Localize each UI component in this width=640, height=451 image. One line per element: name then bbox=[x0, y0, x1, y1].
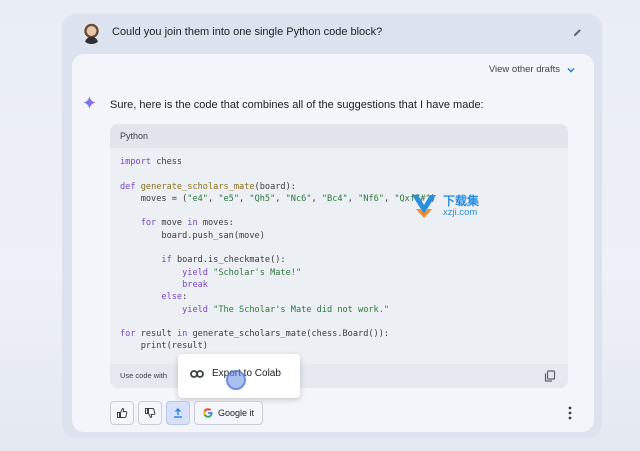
view-drafts-label: View other drafts bbox=[488, 64, 560, 75]
code-line: if board.is_checkmate(): bbox=[161, 255, 286, 266]
response-card: View other drafts Sure, here is the code… bbox=[72, 54, 594, 432]
code-content: import chess def generate_scholars_mate(… bbox=[110, 148, 568, 353]
site-watermark: 下载集 xzji.com bbox=[410, 190, 494, 224]
export-menu: Export to Colab bbox=[178, 354, 300, 398]
user-message-row: Could you join them into one single Pyth… bbox=[62, 14, 602, 52]
code-line: def generate_scholars_mate(board): bbox=[120, 181, 296, 192]
watermark-logo-icon bbox=[412, 195, 436, 218]
code-line: board.push_san(move) bbox=[120, 230, 265, 241]
code-line: yield "The Scholar's Mate did not work." bbox=[182, 304, 390, 315]
upload-icon bbox=[174, 408, 182, 418]
thumbs-up-button[interactable] bbox=[110, 401, 134, 425]
code-line: yield "Scholar's Mate!" bbox=[182, 267, 302, 278]
export-button[interactable] bbox=[166, 401, 190, 425]
code-line: break bbox=[182, 279, 208, 290]
cursor-indicator bbox=[226, 370, 246, 390]
code-footer-text: Use code with bbox=[120, 371, 168, 380]
response-intro: Sure, here is the code that combines all… bbox=[110, 99, 484, 111]
code-line: for move in moves: bbox=[140, 218, 234, 229]
user-prompt: Could you join them into one single Pyth… bbox=[112, 26, 383, 38]
thumbs-down-icon bbox=[145, 408, 156, 419]
view-other-drafts-button[interactable]: View other drafts bbox=[489, 64, 576, 75]
more-options-icon[interactable] bbox=[568, 406, 572, 420]
watermark-domain: xzji.com bbox=[443, 207, 478, 218]
code-line: moves = ("e4", "e5", "Qh5", "Nc6", "Bc4"… bbox=[120, 193, 436, 204]
copy-icon[interactable] bbox=[544, 370, 556, 382]
code-line: for result in generate_scholars_mate(che… bbox=[120, 329, 390, 340]
google-it-label: Google it bbox=[218, 408, 255, 418]
thumbs-up-icon bbox=[117, 407, 128, 418]
thumbs-down-button[interactable] bbox=[138, 401, 162, 425]
code-line: else: bbox=[161, 292, 188, 303]
edit-icon[interactable] bbox=[572, 27, 583, 38]
bard-sparkle-icon bbox=[82, 95, 97, 110]
code-line: import chess bbox=[120, 157, 183, 167]
response-actions: Google it bbox=[110, 401, 264, 425]
code-block: Python import chess def generate_scholar… bbox=[110, 124, 568, 388]
google-it-button[interactable]: Google it bbox=[194, 401, 264, 425]
code-language-label: Python bbox=[110, 124, 568, 148]
code-line: print(result) bbox=[120, 341, 208, 352]
google-g-icon bbox=[203, 408, 213, 418]
user-avatar bbox=[81, 23, 102, 44]
export-to-colab-button[interactable]: Export to Colab bbox=[212, 368, 281, 379]
chevron-down-icon bbox=[567, 67, 575, 72]
chat-thread: Could you join them into one single Pyth… bbox=[62, 14, 602, 438]
colab-icon bbox=[190, 370, 204, 378]
